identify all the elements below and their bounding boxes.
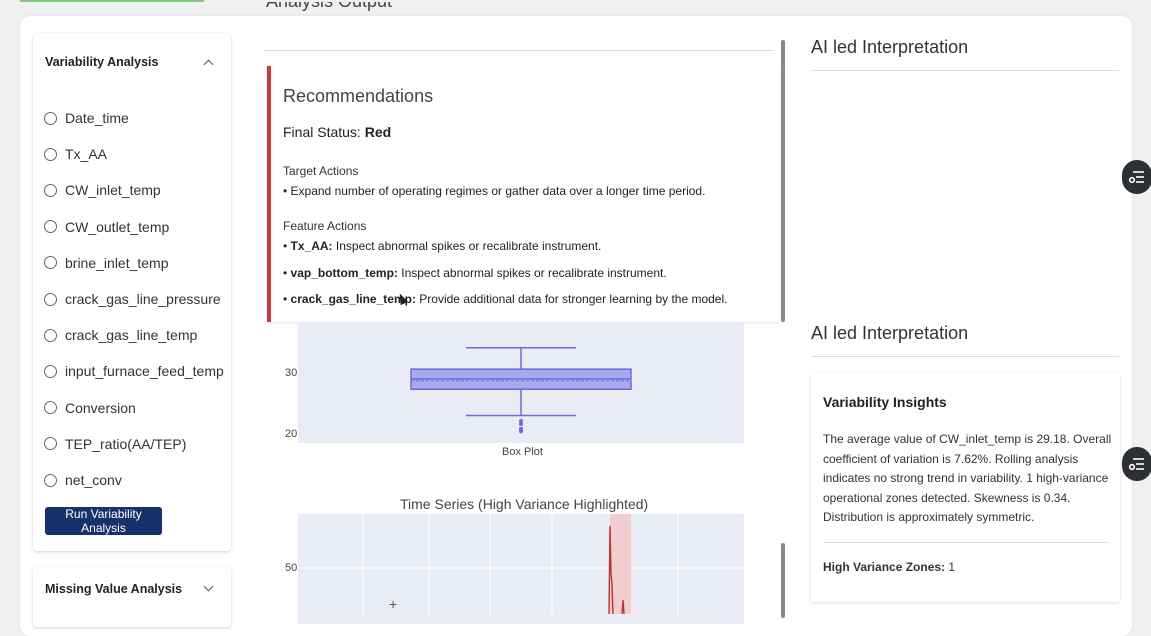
timeseries-y-tick: 50 [285, 562, 298, 574]
boxplot-outlier [519, 422, 523, 427]
insights-divider [823, 542, 1109, 543]
variability-insights-card: Variability Insights The average value o… [811, 372, 1120, 602]
timeseries-gridlines [298, 514, 744, 614]
ai-divider [811, 70, 1119, 71]
filter-settings-icon[interactable] [1122, 160, 1151, 194]
ai-divider-2 [811, 356, 1119, 357]
insights-title: Variability Insights [823, 394, 947, 410]
insights-text: The average value of CW_inlet_temp is 29… [823, 432, 1112, 524]
boxplot-outlier [519, 429, 523, 434]
ai-interpretation-title-2: AI led Interpretation [811, 323, 969, 343]
ai-interpretation-title: AI led Interpretation [811, 37, 969, 57]
timeseries-chart [298, 514, 744, 614]
zones-value: 1 [948, 560, 956, 574]
crosshair-cursor-icon: + [389, 596, 398, 612]
high-variance-zones: High Variance Zones: 1 [823, 560, 955, 574]
filter-settings-icon[interactable] [1122, 447, 1151, 481]
timeseries-title: Time Series (High Variance Highlighted) [400, 496, 649, 512]
boxplot-x-category: Box Plot [502, 446, 543, 458]
zones-label: High Variance Zones: [823, 560, 946, 574]
